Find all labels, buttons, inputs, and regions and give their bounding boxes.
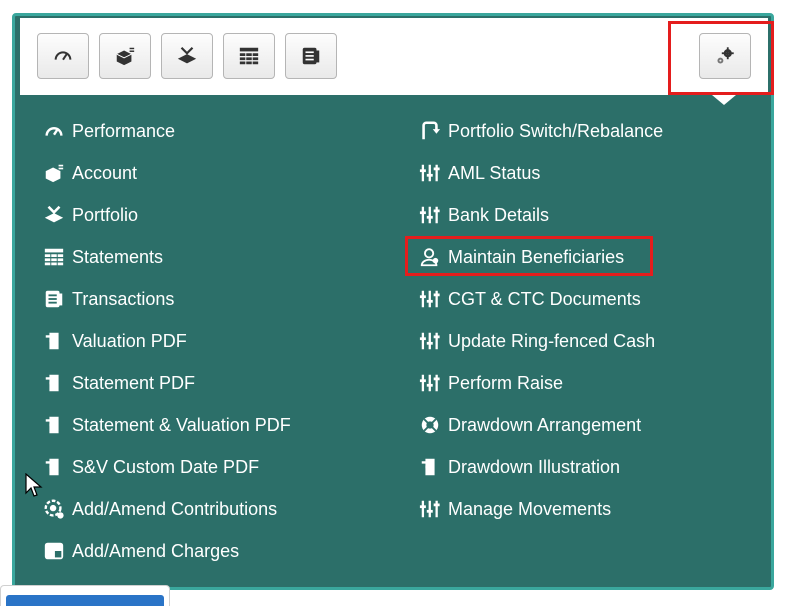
- transactions-icon: [302, 47, 320, 65]
- menu-item-update-ring-fenced-cash[interactable]: Update Ring-fenced Cash: [418, 326, 655, 356]
- menu-item-sv-custom-date-pdf[interactable]: S&V Custom Date PDF: [42, 452, 259, 482]
- menu-item-label: Statements: [72, 246, 164, 267]
- portfolio-icon: [42, 203, 66, 227]
- transactions-toolbar-button[interactable]: [285, 33, 337, 79]
- table-icon: [239, 47, 259, 65]
- document-icon: [42, 413, 66, 437]
- cube-icon: [116, 47, 135, 66]
- menu-item-portfolio[interactable]: Portfolio: [42, 200, 138, 230]
- menu-item-valuation-pdf[interactable]: Valuation PDF: [42, 326, 187, 356]
- menu-item-account[interactable]: Account: [42, 158, 137, 188]
- portfolio-toolbar-button[interactable]: [161, 33, 213, 79]
- bottom-partial-button[interactable]: [6, 595, 164, 606]
- performance-toolbar-button[interactable]: [37, 33, 89, 79]
- mouse-cursor-icon: [25, 473, 43, 497]
- sliders-icon: [418, 203, 442, 227]
- toolbar: [20, 18, 768, 95]
- document-icon: [418, 455, 442, 479]
- sliders-icon: [418, 497, 442, 521]
- menu-item-label: CGT & CTC Documents: [448, 288, 641, 309]
- menu-item-manage-movements[interactable]: Manage Movements: [418, 494, 611, 524]
- menu-item-cgt-ctc-documents[interactable]: CGT & CTC Documents: [418, 284, 641, 314]
- document-icon: [42, 329, 66, 353]
- sliders-icon: [418, 287, 442, 311]
- life-ring-icon: [418, 413, 442, 437]
- menu-item-label: Transactions: [72, 288, 175, 309]
- menu-item-transactions[interactable]: Transactions: [42, 284, 174, 314]
- dropdown-pointer: [712, 95, 736, 105]
- menu-item-label: Portfolio Switch/Rebalance: [448, 120, 664, 141]
- menu-item-drawdown-arrangement[interactable]: Drawdown Arrangement: [418, 410, 641, 440]
- menu-item-label: S&V Custom Date PDF: [72, 456, 260, 477]
- menu-item-label: Perform Raise: [448, 372, 564, 393]
- menu-item-label: Statement & Valuation PDF: [72, 414, 291, 435]
- transactions-icon: [42, 287, 66, 311]
- contributions-icon: [42, 497, 66, 521]
- menu-item-bank-details[interactable]: Bank Details: [418, 200, 549, 230]
- menu-item-label: Add/Amend Contributions: [72, 498, 278, 519]
- menu-item-label: Valuation PDF: [72, 330, 187, 351]
- menu-item-label: Portfolio: [72, 204, 139, 225]
- document-icon: [42, 371, 66, 395]
- menu-item-statement-valuation-pdf[interactable]: Statement & Valuation PDF: [42, 410, 291, 440]
- table-icon: [42, 245, 66, 269]
- menu-item-performance[interactable]: Performance: [42, 116, 175, 146]
- menu-item-add-amend-contributions[interactable]: Add/Amend Contributions: [42, 494, 277, 524]
- menu-item-drawdown-illustration[interactable]: Drawdown Illustration: [418, 452, 620, 482]
- speedometer-icon: [42, 119, 66, 143]
- account-toolbar-button[interactable]: [99, 33, 151, 79]
- sliders-icon: [418, 371, 442, 395]
- menu-item-label: Drawdown Arrangement: [448, 414, 642, 435]
- menu-item-label: Manage Movements: [448, 498, 612, 519]
- menu-item-label: AML Status: [448, 162, 541, 183]
- menu-item-label: Update Ring-fenced Cash: [448, 330, 656, 351]
- menu-item-statements[interactable]: Statements: [42, 242, 163, 272]
- sliders-icon: [418, 161, 442, 185]
- portfolio-icon: [177, 46, 197, 64]
- settings-highlight: [668, 21, 774, 95]
- speedometer-icon: [54, 51, 72, 61]
- charges-icon: [42, 539, 66, 563]
- menu-item-portfolio-switch[interactable]: Portfolio Switch/Rebalance: [418, 116, 663, 146]
- document-icon: [42, 455, 66, 479]
- menu-item-label: Account: [72, 162, 138, 183]
- switch-icon: [418, 119, 442, 143]
- menu-item-label: Performance: [72, 120, 176, 141]
- menu-item-label: Bank Details: [448, 204, 550, 225]
- menu-item-label: Drawdown Illustration: [448, 456, 621, 477]
- menu-item-statement-pdf[interactable]: Statement PDF: [42, 368, 195, 398]
- menu-item-label: Add/Amend Charges: [72, 540, 240, 561]
- menu-item-label: Statement PDF: [72, 372, 196, 393]
- menu-item-add-amend-charges[interactable]: Add/Amend Charges: [42, 536, 239, 566]
- sliders-icon: [418, 329, 442, 353]
- statements-toolbar-button[interactable]: [223, 33, 275, 79]
- cube-icon: [42, 161, 66, 185]
- menu-item-aml-status[interactable]: AML Status: [418, 158, 540, 188]
- beneficiaries-highlight: [405, 236, 653, 276]
- menu-item-perform-raise[interactable]: Perform Raise: [418, 368, 563, 398]
